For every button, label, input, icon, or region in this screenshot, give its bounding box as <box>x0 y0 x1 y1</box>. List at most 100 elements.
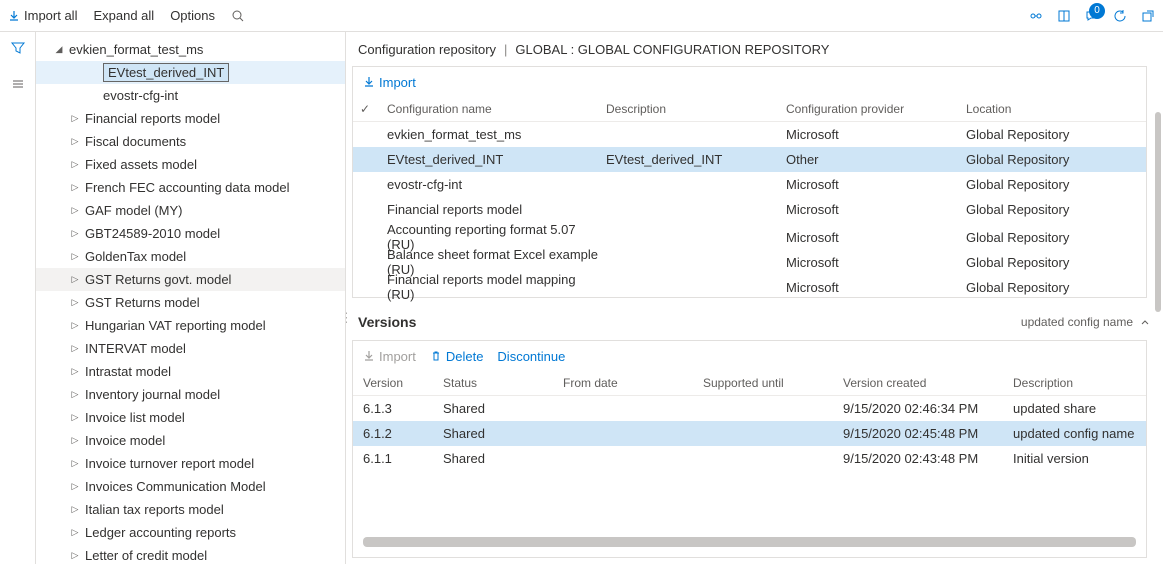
expand-icon[interactable]: ▷ <box>70 435 80 446</box>
expand-all-button[interactable]: Expand all <box>93 8 154 23</box>
tree-root-label: evkien_format_test_ms <box>69 42 203 57</box>
tree-item[interactable]: ▷GBT24589-2010 model <box>36 222 345 245</box>
expand-icon[interactable]: ▷ <box>70 274 80 285</box>
search-button[interactable] <box>231 9 245 23</box>
cell-created: 9/15/2020 02:45:48 PM <box>843 426 1013 441</box>
config-table-row[interactable]: Financial reports model mapping (RU)Micr… <box>353 272 1146 297</box>
office-icon[interactable] <box>1057 9 1071 23</box>
chevron-up-icon[interactable] <box>1139 316 1151 328</box>
horizontal-scrollbar[interactable] <box>363 537 1136 547</box>
tree-item[interactable]: ▷GoldenTax model <box>36 245 345 268</box>
expand-icon[interactable]: ▷ <box>70 527 80 538</box>
collapse-icon[interactable]: ◢ <box>54 44 64 55</box>
col-provider[interactable]: Configuration provider <box>786 102 966 116</box>
col-desc[interactable]: Description <box>1013 376 1163 390</box>
tree-item[interactable]: ▷French FEC accounting data model <box>36 176 345 199</box>
version-table-row[interactable]: 6.1.3Shared9/15/2020 02:46:34 PMupdated … <box>353 396 1146 421</box>
options-button[interactable]: Options <box>170 8 215 23</box>
expand-icon[interactable]: ▷ <box>70 458 80 469</box>
expand-icon[interactable]: ▷ <box>70 205 80 216</box>
tree-item[interactable]: ▷Invoice list model <box>36 406 345 429</box>
tree-item[interactable]: ▷Financial reports model <box>36 107 345 130</box>
config-table-row[interactable]: evkien_format_test_msMicrosoftGlobal Rep… <box>353 122 1146 147</box>
col-until[interactable]: Supported until <box>703 376 843 390</box>
expand-icon[interactable]: ▷ <box>70 251 80 262</box>
config-table-row[interactable]: evostr-cfg-intMicrosoftGlobal Repository <box>353 172 1146 197</box>
version-discontinue-button[interactable]: Discontinue <box>497 349 565 364</box>
vertical-scrollbar[interactable] <box>1155 112 1161 312</box>
popout-icon[interactable] <box>1141 9 1155 23</box>
tree-item[interactable]: ▷ Italian tax reports model <box>36 498 345 521</box>
expand-icon[interactable]: ▷ <box>70 320 80 331</box>
import-button[interactable]: Import <box>363 75 416 90</box>
tree-item-label: Fiscal documents <box>85 134 186 149</box>
list-icon[interactable] <box>10 76 26 92</box>
cell-provider: Other <box>786 152 966 167</box>
expand-icon[interactable]: ▷ <box>70 343 80 354</box>
cell-version: 6.1.3 <box>363 401 443 416</box>
tree-root[interactable]: ◢ evkien_format_test_ms <box>36 38 345 61</box>
import-all-button[interactable]: Import all <box>8 8 77 23</box>
tree-item-label: Letter of credit model <box>85 548 207 563</box>
expand-icon[interactable]: ▷ <box>70 182 80 193</box>
config-table-row[interactable]: Balance sheet format Excel example (RU)M… <box>353 247 1146 272</box>
cell-location: Global Repository <box>966 127 1146 142</box>
cell-desc: Initial version <box>1013 451 1163 466</box>
tree-item[interactable]: ▷Hungarian VAT reporting model <box>36 314 345 337</box>
tree-item-label: GST Returns model <box>85 295 200 310</box>
col-description[interactable]: Description <box>606 102 786 116</box>
tree-item[interactable]: ▷ Invoices Communication Model <box>36 475 345 498</box>
tree-item[interactable]: ▷Invoice turnover report model <box>36 452 345 475</box>
tree-item[interactable]: ▷ Ledger accounting reports <box>36 521 345 544</box>
expand-icon[interactable]: ▷ <box>70 389 80 400</box>
tree-item[interactable]: ▷GAF model (MY) <box>36 199 345 222</box>
expand-icon[interactable]: ▷ <box>70 504 80 515</box>
config-table-row[interactable]: Accounting reporting format 5.07 (RU)Mic… <box>353 222 1146 247</box>
version-import-button[interactable]: Import <box>363 349 416 364</box>
col-status[interactable]: Status <box>443 376 563 390</box>
link-icon[interactable] <box>1029 9 1043 23</box>
import-label: Import <box>379 75 416 90</box>
tree-item[interactable]: ▷ GST Returns model <box>36 291 345 314</box>
tree-item[interactable]: ▷ Letter of credit model <box>36 544 345 564</box>
versions-title: Versions <box>358 314 416 330</box>
config-table-row[interactable]: Financial reports modelMicrosoftGlobal R… <box>353 197 1146 222</box>
trash-icon <box>430 350 442 362</box>
tree-item[interactable]: EVtest_derived_INT <box>36 61 345 84</box>
tree-item[interactable]: ▷GST Returns govt. model <box>36 268 345 291</box>
tree-item[interactable]: ▷ Fiscal documents <box>36 130 345 153</box>
expand-icon[interactable]: ▷ <box>70 228 80 239</box>
col-from[interactable]: From date <box>563 376 703 390</box>
version-delete-button[interactable]: Delete <box>430 349 484 364</box>
check-column-icon[interactable]: ✓ <box>357 102 373 116</box>
tree-item-label: Invoices Communication Model <box>85 479 266 494</box>
expand-icon[interactable]: ▷ <box>70 297 80 308</box>
tree-item-label: Italian tax reports model <box>85 502 224 517</box>
tree-item-label: Ledger accounting reports <box>85 525 236 540</box>
tree-item[interactable]: ▷Fixed assets model <box>36 153 345 176</box>
config-table-row[interactable]: EVtest_derived_INTEVtest_derived_INTOthe… <box>353 147 1146 172</box>
expand-icon[interactable]: ▷ <box>70 136 80 147</box>
tree-item[interactable]: ▷Inventory journal model <box>36 383 345 406</box>
version-table-row[interactable]: 6.1.1Shared9/15/2020 02:43:48 PMInitial … <box>353 446 1146 471</box>
col-location[interactable]: Location <box>966 102 1146 116</box>
version-table-row[interactable]: 6.1.2Shared9/15/2020 02:45:48 PMupdated … <box>353 421 1146 446</box>
expand-icon[interactable]: ▷ <box>70 159 80 170</box>
expand-icon[interactable]: ▷ <box>70 366 80 377</box>
expand-icon[interactable]: ▷ <box>70 412 80 423</box>
expand-icon[interactable]: ▷ <box>70 481 80 492</box>
tree-item[interactable]: evostr-cfg-int <box>36 84 345 107</box>
tree-item[interactable]: ▷Intrastat model <box>36 360 345 383</box>
tree-item[interactable]: ▷INTERVAT model <box>36 337 345 360</box>
version-import-label: Import <box>379 349 416 364</box>
message-badge[interactable]: 0 <box>1085 9 1099 23</box>
expand-icon[interactable]: ▷ <box>70 550 80 561</box>
filter-icon[interactable] <box>10 40 26 56</box>
col-created[interactable]: Version created <box>843 376 1013 390</box>
col-version[interactable]: Version <box>363 376 443 390</box>
tree-item[interactable]: ▷Invoice model <box>36 429 345 452</box>
splitter-handle[interactable]: ⋮ <box>346 298 349 338</box>
col-config-name[interactable]: Configuration name <box>387 102 606 116</box>
expand-icon[interactable]: ▷ <box>70 113 80 124</box>
refresh-icon[interactable] <box>1113 9 1127 23</box>
